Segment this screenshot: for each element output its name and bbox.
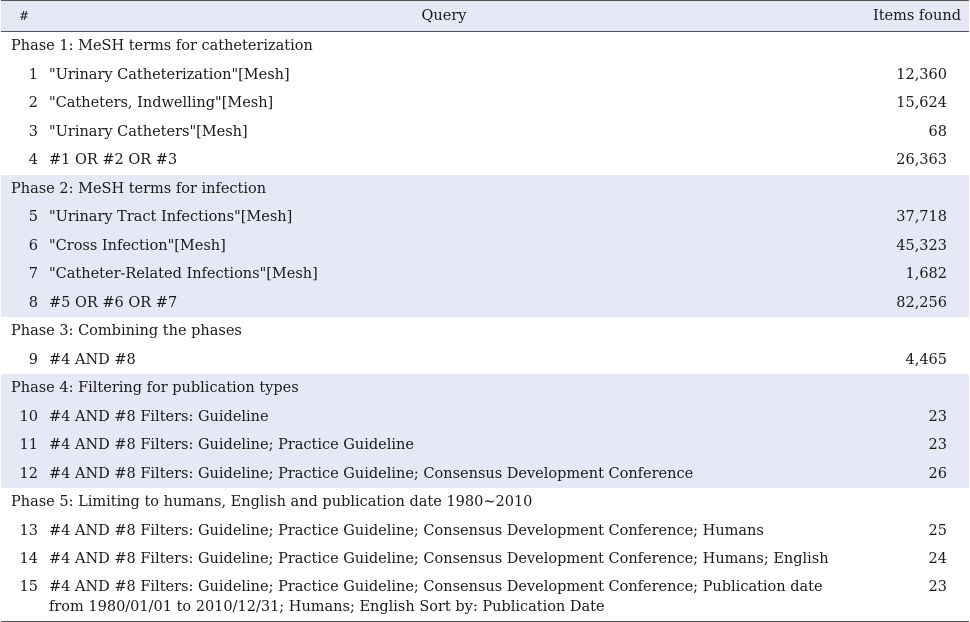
row-query: "Cross Infection"[Mesh] bbox=[47, 231, 841, 260]
row-items-found: 23 bbox=[841, 431, 969, 460]
table-header: # Query Items found bbox=[1, 0, 969, 32]
row-number: 12 bbox=[1, 459, 47, 488]
row-query: "Urinary Catheterization"[Mesh] bbox=[49, 66, 290, 83]
phase-label: Phase 5: Limiting to humans, English and… bbox=[11, 494, 533, 511]
row-number: 7 bbox=[1, 260, 47, 289]
table-row: 3 "Urinary Catheters"[Mesh] 68 bbox=[1, 118, 969, 147]
row-query: #1 OR #2 OR #3 bbox=[49, 152, 178, 169]
row-items-found: 24 bbox=[928, 551, 947, 568]
row-items-found: 82,256 bbox=[841, 288, 969, 317]
phase-label: Phase 2: MeSH terms for infection bbox=[1, 174, 969, 203]
header-row: # Query Items found bbox=[1, 0, 969, 32]
table-row: 14 #4 AND #8 Filters: Guideline; Practice… bbox=[1, 545, 969, 574]
row-query: #4 AND #8 Filters: Guideline; Practice G… bbox=[47, 459, 841, 488]
phase-row: Phase 3: Combining the phases bbox=[1, 317, 969, 346]
phase-row: Phase 2: MeSH terms for infection bbox=[1, 174, 969, 203]
header-items-found: Items found bbox=[841, 0, 969, 32]
table-row: 10 #4 AND #8 Filters: Guideline 23 bbox=[1, 402, 969, 431]
row-number: 3 bbox=[28, 123, 38, 140]
row-number: 9 bbox=[28, 351, 38, 368]
table-row: 15 #4 AND #8 Filters: Guideline; Practice… bbox=[1, 573, 969, 622]
row-items-found: 45,323 bbox=[841, 231, 969, 260]
row-items-found: 4,465 bbox=[905, 351, 947, 368]
table-row: 8 #5 OR #6 OR #7 82,256 bbox=[1, 288, 969, 317]
table-row: 11 #4 AND #8 Filters: Guideline; Practice… bbox=[1, 431, 969, 460]
row-items-found: 26,363 bbox=[896, 152, 947, 169]
row-number: 1 bbox=[28, 66, 38, 83]
search-strategy-table: # Query Items found Phase 1: MeSH terms … bbox=[1, 0, 969, 622]
table-row: 9 #4 AND #8 4,465 bbox=[1, 346, 969, 375]
phase-row: Phase 5: Limiting to humans, English and… bbox=[1, 488, 969, 517]
row-items-found: 25 bbox=[928, 522, 947, 539]
table-body: Phase 1: MeSH terms for catheterization 1… bbox=[1, 32, 969, 622]
table-row: 6 "Cross Infection"[Mesh] 45,323 bbox=[1, 231, 969, 260]
row-query: #4 AND #8 bbox=[49, 351, 136, 368]
header-query: Query bbox=[47, 0, 841, 32]
row-items-found: 12,360 bbox=[896, 66, 947, 83]
row-number: 15 bbox=[1, 573, 47, 622]
phase-label: Phase 1: MeSH terms for catheterization bbox=[11, 38, 313, 55]
phase-row: Phase 4: Filtering for publication types bbox=[1, 374, 969, 403]
table-row: 13 #4 AND #8 Filters: Guideline; Practice… bbox=[1, 517, 969, 546]
row-items-found: 1,682 bbox=[841, 260, 969, 289]
row-number: 4 bbox=[28, 152, 38, 169]
row-number: 10 bbox=[1, 402, 47, 431]
row-number: 8 bbox=[1, 288, 47, 317]
row-number: 14 bbox=[19, 551, 38, 568]
table-row: 5 "Urinary Tract Infections"[Mesh] 37,718 bbox=[1, 203, 969, 232]
row-query: #4 AND #8 Filters: Guideline; Practice G… bbox=[47, 431, 841, 460]
row-query: #4 AND #8 Filters: Guideline; Practice G… bbox=[49, 522, 764, 539]
row-items-found: 68 bbox=[928, 123, 947, 140]
row-items-found: 23 bbox=[841, 573, 969, 622]
row-items-found: 37,718 bbox=[841, 203, 969, 232]
table-row: 7 "Catheter-Related Infections"[Mesh] 1,68… bbox=[1, 260, 969, 289]
table-row: 4 #1 OR #2 OR #3 26,363 bbox=[1, 146, 969, 175]
row-query: #4 AND #8 Filters: Guideline; Practice G… bbox=[47, 573, 841, 622]
row-items-found: 15,624 bbox=[896, 95, 947, 112]
table-row: 12 #4 AND #8 Filters: Guideline; Practice… bbox=[1, 459, 969, 488]
row-query: "Catheter-Related Infections"[Mesh] bbox=[47, 260, 841, 289]
row-number: 2 bbox=[28, 95, 38, 112]
header-number: # bbox=[1, 0, 47, 32]
row-query: "Urinary Catheters"[Mesh] bbox=[49, 123, 248, 140]
row-query: "Urinary Tract Infections"[Mesh] bbox=[47, 203, 841, 232]
phase-label: Phase 3: Combining the phases bbox=[11, 323, 242, 340]
row-query: "Catheters, Indwelling"[Mesh] bbox=[49, 95, 274, 112]
row-number: 6 bbox=[1, 231, 47, 260]
table-row: 2 "Catheters, Indwelling"[Mesh] 15,624 bbox=[1, 89, 969, 118]
row-query: #5 OR #6 OR #7 bbox=[47, 288, 841, 317]
row-number: 11 bbox=[1, 431, 47, 460]
row-items-found: 26 bbox=[841, 459, 969, 488]
row-query: #4 AND #8 Filters: Guideline; Practice G… bbox=[49, 551, 829, 568]
row-query: #4 AND #8 Filters: Guideline bbox=[47, 402, 841, 431]
row-number: 5 bbox=[1, 203, 47, 232]
phase-row: Phase 1: MeSH terms for catheterization bbox=[1, 32, 969, 61]
row-items-found: 23 bbox=[841, 402, 969, 431]
phase-label: Phase 4: Filtering for publication types bbox=[1, 374, 969, 403]
table-row: 1 "Urinary Catheterization"[Mesh] 12,360 bbox=[1, 61, 969, 90]
row-number: 13 bbox=[19, 522, 38, 539]
